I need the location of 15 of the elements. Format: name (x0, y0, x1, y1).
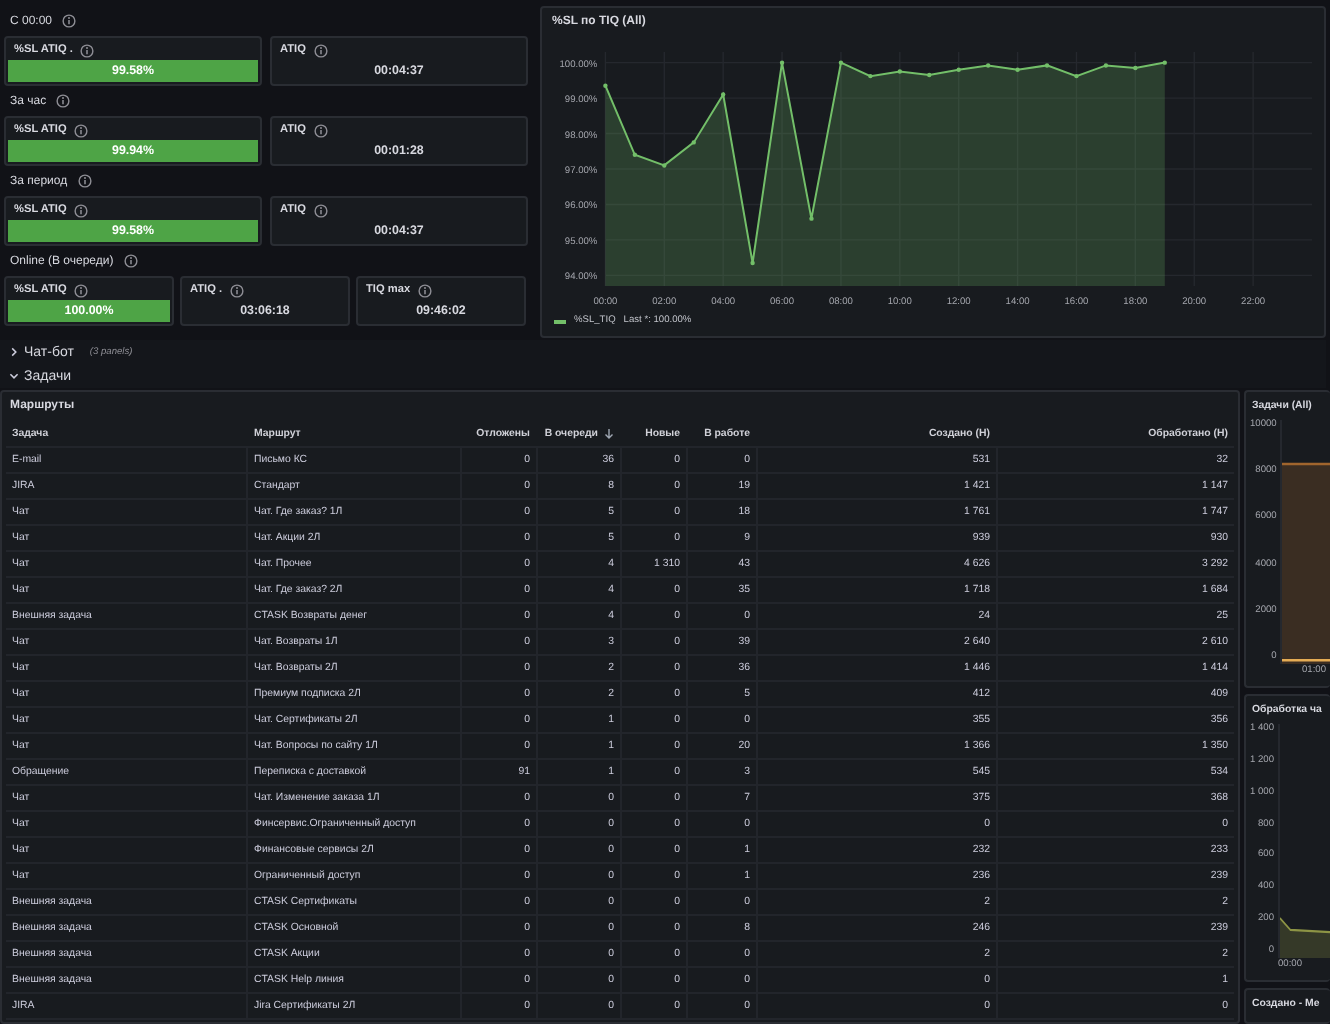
info-icon[interactable] (313, 203, 328, 217)
info-icon[interactable] (74, 203, 89, 217)
info-icon[interactable] (62, 14, 77, 28)
info-icon[interactable] (230, 283, 245, 297)
info-icon[interactable] (80, 43, 95, 57)
info-icon[interactable] (313, 43, 328, 57)
info-icon[interactable] (74, 123, 89, 137)
info-icon[interactable] (313, 123, 328, 137)
info-icon[interactable] (418, 283, 433, 297)
info-icon[interactable] (77, 174, 92, 188)
info-icon[interactable] (56, 94, 71, 108)
info-icon[interactable] (74, 283, 89, 297)
chevron-down-icon[interactable] (8, 370, 20, 382)
chevron-right-icon[interactable] (8, 346, 20, 358)
info-icon[interactable] (123, 254, 138, 268)
